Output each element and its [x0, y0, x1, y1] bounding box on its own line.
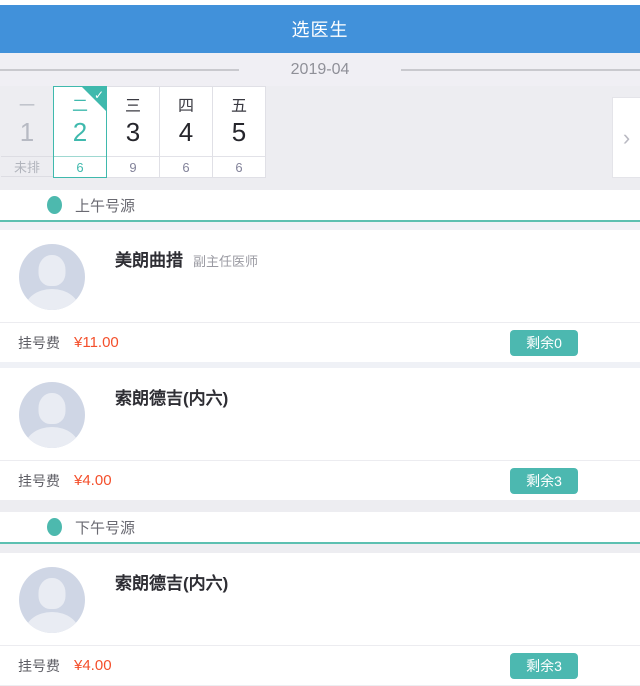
fee-label: 挂号费: [18, 471, 60, 491]
day-number: 1: [20, 118, 34, 146]
day-cell-top: 三 3: [107, 87, 159, 156]
page-title: 选医生: [292, 16, 349, 42]
fee-price: ¥4.00: [74, 657, 112, 674]
day-cell-thu-4[interactable]: 四 4 6: [159, 86, 213, 178]
avatar-body-shape: [25, 427, 79, 448]
doctor-avatar: [19, 244, 85, 310]
day-cell-mon-1[interactable]: 一 1 未排: [0, 86, 54, 178]
fee-row: 挂号费 ¥4.00 剩余3: [0, 646, 640, 685]
slot-count: 9: [107, 156, 159, 177]
doctor-summary: 美朗曲措 副主任医师: [0, 230, 640, 322]
doctor-avatar: [19, 382, 85, 448]
weekday-label: 四: [178, 98, 194, 116]
chevron-right-icon: ›: [623, 125, 630, 151]
section-title: 下午号源: [75, 517, 135, 538]
doctor-card[interactable]: 美朗曲措 副主任医师 挂号费 ¥11.00 剩余0: [0, 230, 640, 362]
doctor-card[interactable]: 索朗德吉(内六) 挂号费 ¥4.00 剩余3: [0, 553, 640, 685]
doctor-summary: 索朗德吉(内六): [0, 553, 640, 645]
fee-label: 挂号费: [18, 656, 60, 676]
doctor-info: 美朗曲措 副主任医师: [115, 244, 258, 271]
section-header-afternoon: 下午号源: [0, 512, 640, 544]
doctor-name: 美朗曲措: [115, 246, 183, 271]
doctor-info: 索朗德吉(内六): [115, 382, 228, 409]
check-icon: ✓: [94, 87, 104, 103]
divider-line-left: [0, 69, 239, 71]
day-number: 2: [73, 118, 87, 146]
choose-doctor-page: 选医生 2019-04 一 1 未排 ✓ 二 2 6 三 3: [0, 0, 640, 686]
day-number: 3: [126, 118, 140, 146]
day-cell-top: 一 1: [1, 87, 53, 156]
remaining-slots-badge[interactable]: 剩余3: [510, 468, 578, 494]
avatar-head-shape: [39, 393, 66, 424]
next-week-button[interactable]: ›: [612, 97, 640, 178]
slot-count: 未排: [1, 156, 53, 177]
doctor-avatar: [19, 567, 85, 633]
doctor-name: 索朗德吉(内六): [115, 384, 228, 409]
fee-row: 挂号费 ¥4.00 剩余3: [0, 461, 640, 500]
day-cell-fri-5[interactable]: 五 5 6: [212, 86, 266, 178]
day-number: 5: [232, 118, 246, 146]
day-cell-top: 四 4: [160, 87, 212, 156]
fee-row: 挂号费 ¥11.00 剩余0: [0, 323, 640, 362]
doctor-summary: 索朗德吉(内六): [0, 368, 640, 460]
section-dot-icon: [47, 196, 62, 214]
section-dot-icon: [47, 518, 62, 536]
slot-count: 6: [160, 156, 212, 177]
weekday-label: 五: [231, 98, 247, 116]
remaining-slots-badge[interactable]: 剩余0: [510, 330, 578, 356]
avatar-head-shape: [39, 578, 66, 609]
spacer: [0, 544, 640, 553]
remaining-slots-badge[interactable]: 剩余3: [510, 653, 578, 679]
spacer: [0, 222, 640, 230]
avatar-body-shape: [25, 612, 79, 633]
spacer: [0, 178, 640, 190]
doctor-name: 索朗德吉(内六): [115, 569, 228, 594]
section-header-morning: 上午号源: [0, 190, 640, 222]
month-divider: 2019-04: [0, 53, 640, 86]
fee-price: ¥11.00: [74, 334, 119, 351]
fee-price: ¥4.00: [74, 472, 112, 489]
app-header: 选医生: [0, 5, 640, 53]
fee-label: 挂号费: [18, 333, 60, 353]
day-cell-tue-2-selected[interactable]: ✓ 二 2 6: [53, 86, 107, 178]
slot-count: 6: [213, 156, 265, 177]
avatar-head-shape: [39, 255, 66, 286]
doctor-job-title: 副主任医师: [193, 251, 258, 270]
calendar-strip: 一 1 未排 ✓ 二 2 6 三 3 9 四 4: [0, 86, 640, 178]
day-number: 4: [179, 118, 193, 146]
doctor-info: 索朗德吉(内六): [115, 567, 228, 594]
spacer: [0, 500, 640, 512]
slot-count: 6: [54, 156, 106, 177]
day-cell-top: 五 5: [213, 87, 265, 156]
section-title: 上午号源: [75, 195, 135, 216]
day-cell-wed-3[interactable]: 三 3 9: [106, 86, 160, 178]
divider-line-right: [401, 69, 640, 71]
weekday-label: 一: [19, 98, 35, 116]
month-label: 2019-04: [239, 61, 402, 79]
doctor-card[interactable]: 索朗德吉(内六) 挂号费 ¥4.00 剩余3: [0, 368, 640, 500]
weekday-label: 三: [125, 98, 141, 116]
avatar-body-shape: [25, 289, 79, 310]
